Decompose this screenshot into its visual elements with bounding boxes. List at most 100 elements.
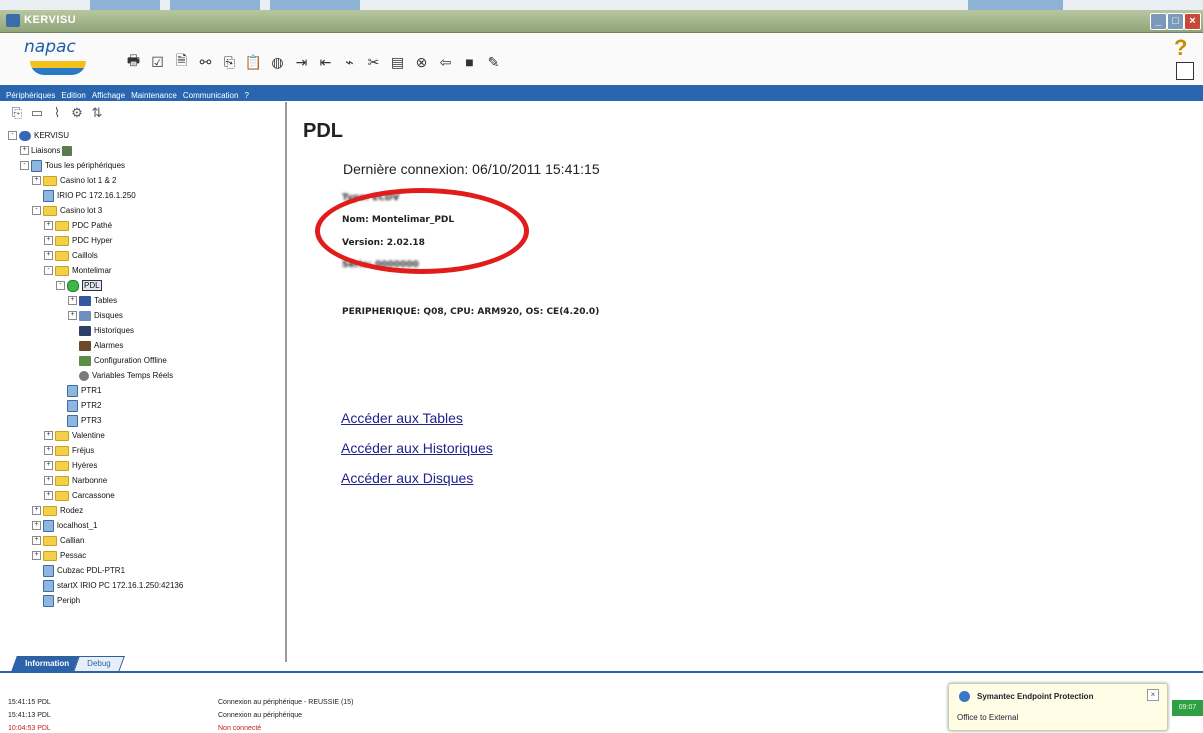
export-icon[interactable]: ⇥ [292,52,311,72]
link-historiques[interactable]: Accéder aux Historiques [341,440,493,456]
tab-debug[interactable]: Debug [73,656,125,672]
tree-item[interactable]: + Valentine [8,428,183,443]
notification-body: Office to External [957,713,1019,722]
menu-item[interactable]: Communication [183,91,239,100]
black-square-icon[interactable]: ■ [460,52,479,72]
expand-icon[interactable]: + [32,551,41,560]
collapse-icon[interactable]: - [32,206,41,215]
tree-item[interactable]: + Disques [8,308,183,323]
tree-item[interactable]: + localhost_1 [8,518,183,533]
tree-item[interactable]: IRIO PC 172.16.1.250 [8,188,183,203]
menu-item[interactable]: Maintenance [131,91,177,100]
tree-item[interactable]: - Montelimar [8,263,183,278]
taskbar-item[interactable] [90,0,160,10]
notification-close-button[interactable]: × [1147,689,1159,701]
tbl-icon [79,295,91,306]
tree-item[interactable]: + Caillols [8,248,183,263]
tree-item[interactable]: PTR1 [8,383,183,398]
tree-item[interactable]: startX IRIO PC 172.16.1.250:42136 [8,578,183,593]
collapse-icon[interactable]: - [20,161,29,170]
tree-item[interactable]: PTR3 [8,413,183,428]
collapse-icon[interactable]: - [8,131,17,140]
menu-item[interactable]: Edition [61,91,85,100]
menu-item[interactable]: Périphériques [6,91,55,100]
link-tables[interactable]: Accéder aux Tables [341,410,463,426]
link-disques[interactable]: Accéder aux Disques [341,470,473,486]
tree-item[interactable]: + PDC Hyper [8,233,183,248]
tools-icon[interactable]: ✎ [484,52,503,72]
expand-icon[interactable]: + [32,176,41,185]
tree-item[interactable]: Cubzac PDL-PTR1 [8,563,183,578]
taskbar-item[interactable] [968,0,1063,10]
expand-icon[interactable]: + [32,506,41,515]
binoculars-icon[interactable]: ⚯ [196,52,215,72]
document-icon[interactable]: 🗎 [172,52,191,72]
tree-item[interactable]: - Tous les périphériques [8,158,183,173]
sort-icon[interactable]: ⇅ [90,105,104,120]
menu-item[interactable]: Affichage [92,91,125,100]
tree-item[interactable]: + Rodez [8,503,183,518]
expand-icon[interactable]: + [32,521,41,530]
maximize-button[interactable]: □ [1167,13,1184,30]
tree-item[interactable]: PTR2 [8,398,183,413]
help-icon[interactable]: ? [1174,35,1187,61]
printer-icon[interactable]: 🖶 [124,52,143,72]
tab-information[interactable]: Information [11,656,83,672]
tree-item[interactable]: + Narbonne [8,473,183,488]
back-icon[interactable]: ⇦ [436,52,455,72]
tree-item[interactable]: + Fréjus [8,443,183,458]
menu-item[interactable]: ? [244,91,248,100]
tree-item[interactable]: - Casino lot 3 [8,203,183,218]
expand-icon[interactable]: + [44,236,53,245]
expand-icon[interactable]: + [44,251,53,260]
notification-balloon[interactable]: Symantec Endpoint Protection Office to E… [948,683,1168,731]
tree-item-label: Casino lot 3 [60,206,103,215]
window-titlebar: KERVISU _ □ × [0,10,1203,33]
new-icon[interactable]: ⎘ [10,105,24,120]
properties-icon[interactable]: ▤ [388,52,407,72]
tree-item[interactable]: + Pessac [8,548,183,563]
expand-icon[interactable]: + [68,296,77,305]
tree-item[interactable]: + Tables [8,293,183,308]
globe-icon[interactable]: ◍ [268,52,287,72]
checkbox-icon[interactable]: ☑ [148,52,167,72]
tree-item[interactable]: - PDL [8,278,183,293]
unplug-icon[interactable]: ✂ [364,52,383,72]
expand-icon[interactable]: + [32,536,41,545]
expand-icon[interactable]: + [20,146,29,155]
collapse-icon[interactable]: - [44,266,53,275]
plug-icon[interactable]: ⌁ [340,52,359,72]
tree-item[interactable]: + Callian [8,533,183,548]
expand-icon[interactable]: + [44,431,53,440]
copy-icon[interactable]: ⎘ [220,52,239,72]
tree-item[interactable]: Periph [8,593,183,608]
tree-item[interactable]: + Hyères [8,458,183,473]
tree-item[interactable]: Variables Temps Réels [8,368,183,383]
tree-item[interactable]: Alarmes [8,338,183,353]
taskbar-item[interactable] [270,0,360,10]
tree-item[interactable]: - KERVISU [8,128,183,143]
close-button[interactable]: × [1184,13,1201,30]
window-icon[interactable] [1176,62,1194,80]
device-icon[interactable]: ⚙ [70,105,84,120]
collapse-icon[interactable]: - [56,281,65,290]
taskbar-item[interactable] [170,0,260,10]
link-icon[interactable]: ⌇ [50,105,64,120]
tree-item[interactable]: + Liaisons [8,143,183,158]
expand-icon[interactable]: + [44,461,53,470]
expand-icon[interactable]: + [44,476,53,485]
minimize-button[interactable]: _ [1150,13,1167,30]
tree-item[interactable]: Configuration Offline [8,353,183,368]
tree-item[interactable]: + Casino lot 1 & 2 [8,173,183,188]
folder-icon[interactable]: ▭ [30,105,44,120]
tree-item[interactable]: Historiques [8,323,183,338]
tree-item[interactable]: + Carcassone [8,488,183,503]
expand-icon[interactable]: + [44,221,53,230]
expand-icon[interactable]: + [68,311,77,320]
import-icon[interactable]: ⇤ [316,52,335,72]
stop-icon[interactable]: ⊗ [412,52,431,72]
tree-item[interactable]: + PDC Pathé [8,218,183,233]
paste-icon[interactable]: 📋 [244,52,263,72]
expand-icon[interactable]: + [44,446,53,455]
expand-icon[interactable]: + [44,491,53,500]
